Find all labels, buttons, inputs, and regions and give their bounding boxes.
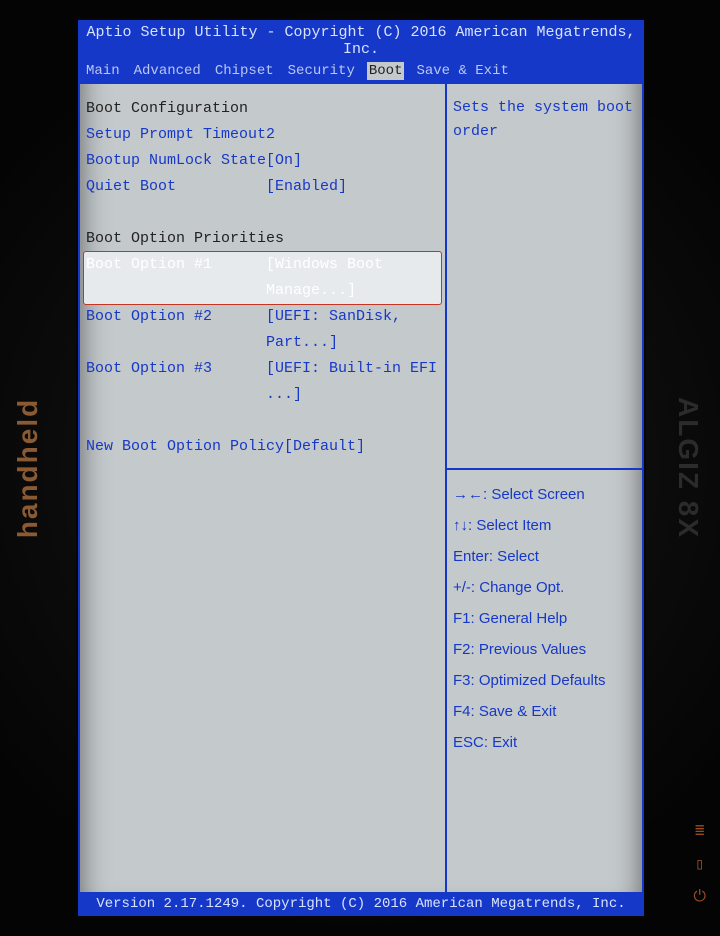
boot-policy-row-label: New Boot Option Policy (86, 434, 284, 460)
bios-footer: Version 2.17.1249. Copyright (C) 2016 Am… (78, 892, 644, 916)
help-key-3: +/-: Change Opt. (453, 573, 636, 604)
bezel-brand-left: handheld (12, 398, 44, 538)
help-key-4: F1: General Help (453, 604, 636, 635)
cfg-row-1-label: Bootup NumLock State (86, 148, 266, 174)
bios-title: Aptio Setup Utility - Copyright (C) 2016… (78, 20, 644, 60)
power-icon: ⏻ (693, 888, 706, 906)
help-key-2: Enter: Select (453, 542, 636, 573)
help-key-5: F2: Previous Values (453, 635, 636, 666)
boot-option-3-value: [UEFI: Built-in EFI ...] (266, 356, 439, 408)
tab-main[interactable]: Main (84, 62, 122, 80)
boot-option-1[interactable]: Boot Option #1[Windows Boot Manage...] (84, 252, 441, 304)
help-description: Sets the system boot order (447, 84, 642, 468)
pane-main: Boot ConfigurationSetup Prompt Timeout2B… (80, 84, 445, 898)
battery-icon: ▯ (695, 854, 705, 874)
section-boot-configuration: Boot Configuration (86, 96, 439, 122)
section-boot-priorities: Boot Option Priorities (86, 226, 439, 252)
bezel-status-icons: ≣ ▯ ⏻ (693, 820, 706, 906)
boot-policy-row[interactable]: New Boot Option Policy[Default] (86, 434, 439, 460)
boot-option-2-value: [UEFI: SanDisk, Part...] (266, 304, 439, 356)
cfg-row-0-value: 2 (266, 122, 439, 148)
boot-policy-row-value: [Default] (284, 434, 439, 460)
bios-screen: Aptio Setup Utility - Copyright (C) 2016… (76, 18, 646, 918)
help-keybindings: →←: Select Screen↑↓: Select ItemEnter: S… (447, 470, 642, 769)
cfg-row-0-label: Setup Prompt Timeout (86, 122, 266, 148)
cfg-row-2[interactable]: Quiet Boot[Enabled] (86, 174, 439, 200)
pane-help: Sets the system boot order →←: Select Sc… (445, 84, 642, 898)
boot-option-1-label: Boot Option #1 (86, 252, 266, 304)
help-key-8: ESC: Exit (453, 728, 636, 759)
cfg-row-2-label: Quiet Boot (86, 174, 266, 200)
tab-chipset[interactable]: Chipset (213, 62, 276, 80)
boot-option-2[interactable]: Boot Option #2[UEFI: SanDisk, Part...] (86, 304, 439, 356)
help-key-0: →←: Select Screen (453, 480, 636, 511)
tab-advanced[interactable]: Advanced (132, 62, 203, 80)
help-key-6: F3: Optimized Defaults (453, 666, 636, 697)
boot-option-2-label: Boot Option #2 (86, 304, 266, 356)
tab-boot[interactable]: Boot (367, 62, 405, 80)
tab-save-exit[interactable]: Save & Exit (414, 62, 510, 80)
bios-content: Boot ConfigurationSetup Prompt Timeout2B… (78, 84, 644, 900)
cfg-row-1[interactable]: Bootup NumLock State[On] (86, 148, 439, 174)
boot-option-1-value: [Windows Boot Manage...] (266, 252, 439, 304)
help-key-7: F4: Save & Exit (453, 697, 636, 728)
wifi-icon: ≣ (695, 820, 705, 840)
boot-option-3-label: Boot Option #3 (86, 356, 266, 408)
help-key-1: ↑↓: Select Item (453, 511, 636, 542)
cfg-row-1-value: [On] (266, 148, 439, 174)
tab-security[interactable]: Security (286, 62, 357, 80)
bezel-model-right: ALGIZ 8X (672, 397, 704, 539)
boot-option-3[interactable]: Boot Option #3[UEFI: Built-in EFI ...] (86, 356, 439, 408)
cfg-row-2-value: [Enabled] (266, 174, 439, 200)
cfg-row-0[interactable]: Setup Prompt Timeout2 (86, 122, 439, 148)
bios-menu-tabs[interactable]: Main Advanced Chipset Security Boot Save & Ex… (78, 60, 644, 84)
